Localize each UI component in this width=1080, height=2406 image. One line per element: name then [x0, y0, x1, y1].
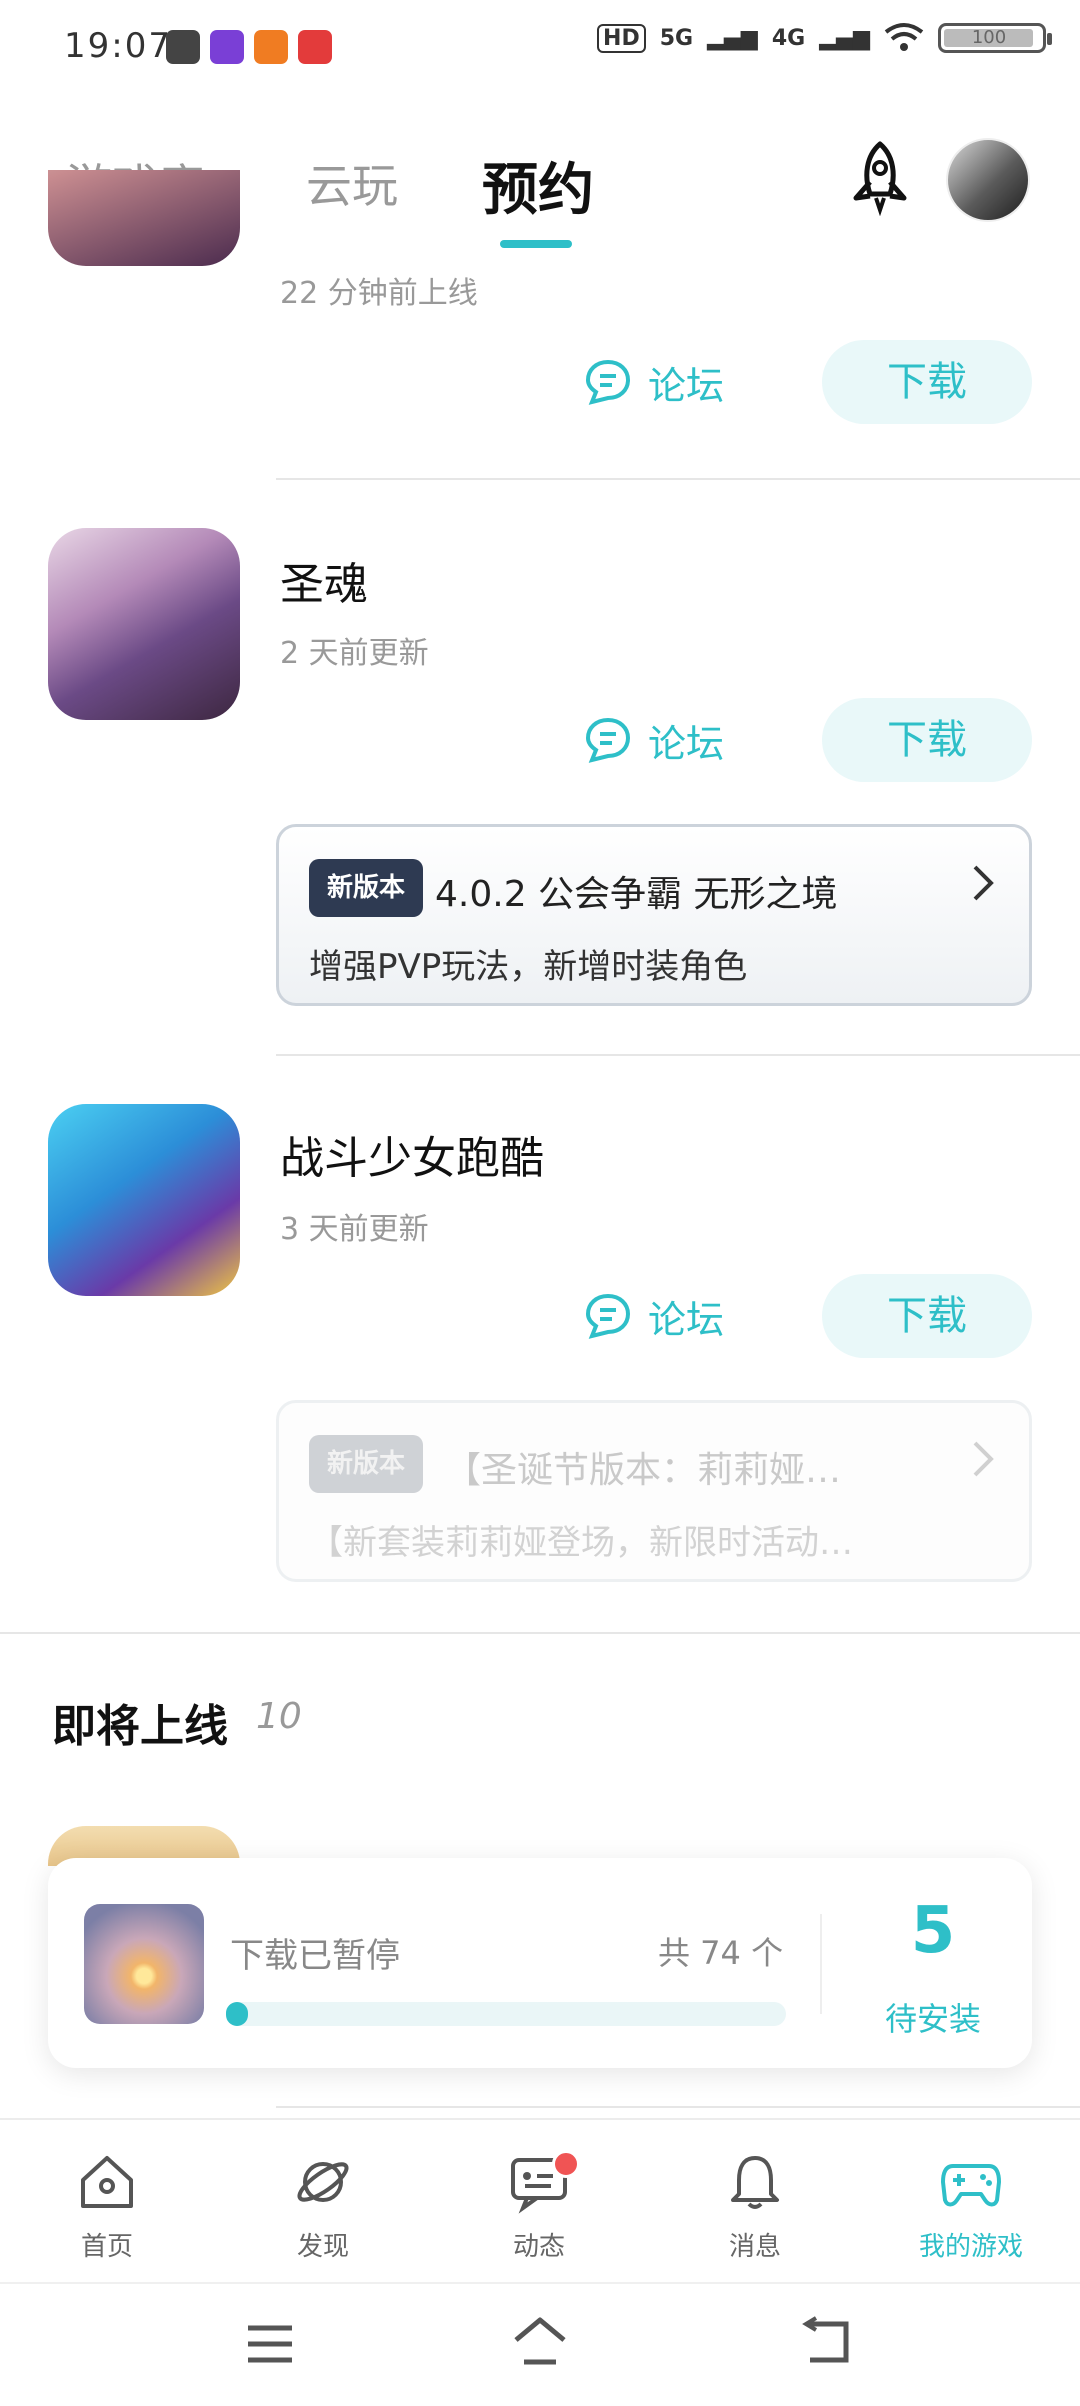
game-icon[interactable] [48, 170, 240, 266]
download-total: 共 74 个 [658, 1934, 784, 1972]
hd-label: HD [597, 23, 646, 53]
divider [276, 478, 1080, 480]
forum-label: 论坛 [648, 363, 725, 408]
status-right: HD 5G ▂▄▆ 4G ▂▄▆ 100 [597, 22, 1052, 54]
update-description: 【新套装莉莉娅登场，新限时活动… [309, 1523, 853, 1563]
game-icon[interactable] [48, 528, 240, 720]
user-avatar[interactable] [946, 138, 1030, 222]
update-title: 4.0.2 公会争霸 无形之境 [435, 874, 838, 915]
nav-label: 发现 [296, 2232, 349, 2262]
menu-icon[interactable] [244, 2320, 296, 2368]
signal-icon: ▂▄▆ [707, 25, 758, 51]
system-nav-bar [0, 2282, 1080, 2406]
download-thumbnail [84, 1904, 204, 2024]
nav-messages[interactable]: 消息 [680, 2150, 830, 2263]
download-panel[interactable]: 下载已暂停 共 74 个 5 待安装 [48, 1858, 1032, 2068]
signal-icon-2: ▂▄▆ [819, 25, 870, 51]
nav-my-games[interactable]: 我的游戏 [896, 2150, 1046, 2263]
download-status: 下载已暂停 [230, 1936, 400, 1976]
tab-active-indicator [500, 240, 572, 248]
new-version-badge: 新版本 [309, 859, 424, 917]
download-button[interactable]: 下载 [822, 1274, 1032, 1358]
download-button[interactable]: 下载 [822, 698, 1032, 782]
app-icon-orange [254, 30, 288, 64]
game-subtitle: 2 天前更新 [280, 636, 429, 671]
update-card[interactable]: 新版本 4.0.2 公会争霸 无形之境 增强PVP玩法，新增时装角色 [276, 824, 1032, 1006]
pending-install-count[interactable]: 5 [848, 1894, 1018, 1968]
nav-label: 首页 [80, 2232, 133, 2262]
back-icon[interactable] [798, 2316, 854, 2368]
forum-button[interactable]: 论坛 [584, 710, 724, 770]
nav-label: 消息 [728, 2232, 781, 2262]
divider [276, 1054, 1080, 1056]
forum-icon [585, 359, 631, 405]
pending-install-label[interactable]: 待安装 [848, 1994, 1018, 2040]
download-progress-bar [226, 2002, 786, 2026]
5g-label: 5G [659, 25, 694, 51]
update-title: 【圣诞节版本：莉莉娅… [445, 1450, 842, 1491]
bell-icon [731, 2156, 779, 2209]
clipboard-icon [166, 30, 200, 64]
chevron-right-icon [973, 1441, 994, 1477]
status-bar: 19:07 HD 5G ▂▄▆ 4G ▂▄▆ 100 [0, 0, 1080, 100]
tab-cloud-play[interactable]: 云玩 [306, 150, 398, 216]
battery-icon: 100 [938, 23, 1052, 53]
section-title: 即将上线 [52, 1701, 228, 1752]
game-subtitle: 3 天前更新 [280, 1212, 429, 1247]
bottom-nav: 首页 发现 动态 消息 我的游戏 [0, 2118, 1080, 2280]
gamepad-icon [941, 2164, 1001, 2207]
forum-label: 论坛 [648, 721, 725, 766]
nav-label: 我的游戏 [918, 2232, 1023, 2262]
nav-discover[interactable]: 发现 [248, 2150, 398, 2263]
rocket-icon[interactable] [842, 140, 918, 216]
battery-level: 100 [971, 27, 1007, 48]
4g-label: 4G [771, 25, 806, 51]
notification-dot [552, 2150, 580, 2178]
home-icon [81, 2156, 133, 2208]
new-version-badge: 新版本 [309, 1435, 424, 1493]
forum-icon [585, 1293, 631, 1339]
game-subtitle: 22 分钟前上线 [280, 276, 478, 311]
update-description: 增强PVP玩法，新增时装角色 [309, 947, 748, 987]
update-card[interactable]: 新版本 【圣诞节版本：莉莉娅… 【新套装莉莉娅登场，新限时活动… [276, 1400, 1032, 1582]
section-divider [0, 1632, 1080, 1634]
download-button[interactable]: 下载 [822, 340, 1032, 424]
forum-button[interactable]: 论坛 [584, 352, 724, 412]
divider [276, 2106, 1080, 2108]
game-icon[interactable] [48, 1104, 240, 1296]
status-time: 19:07 [64, 26, 172, 66]
game-title[interactable]: 圣魂 [280, 548, 368, 612]
planet-icon [297, 2162, 349, 2202]
panel-separator [820, 1914, 822, 2014]
section-count: 10 [256, 1696, 302, 1737]
chevron-right-icon [973, 865, 994, 901]
download-progress-fill [226, 2002, 249, 2026]
forum-button[interactable]: 论坛 [584, 1286, 724, 1346]
forum-label: 论坛 [648, 1297, 725, 1342]
nav-home[interactable]: 首页 [32, 2150, 182, 2263]
game-title[interactable]: 战斗少女跑酷 [280, 1122, 544, 1186]
wifi-icon [884, 23, 924, 51]
nav-label: 动态 [512, 2232, 565, 2262]
forum-icon [585, 717, 631, 763]
nav-feed[interactable]: 动态 [464, 2150, 614, 2263]
system-home-icon[interactable] [510, 2314, 570, 2370]
app-icon-purple [210, 30, 244, 64]
tab-reservation[interactable]: 预约 [482, 145, 594, 226]
app-icon-red [298, 30, 332, 64]
